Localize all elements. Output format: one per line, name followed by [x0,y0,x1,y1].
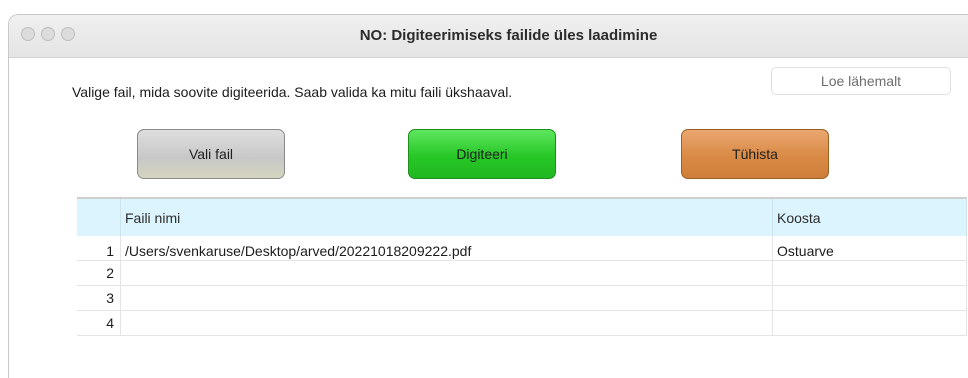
file-name-cell[interactable] [120,285,773,311]
file-name-cell[interactable] [120,310,773,336]
row-number: 3 [77,285,121,311]
compose-cell[interactable] [772,285,967,311]
row-number: 2 [77,260,121,286]
read-more-button[interactable]: Loe lähemalt [771,67,951,95]
row-number: 4 [77,310,121,336]
cancel-button[interactable]: Tühista [681,129,829,179]
table-row[interactable]: 2 [77,260,967,286]
file-name-cell[interactable] [120,260,773,286]
table-row[interactable]: 1 /Users/svenkaruse/Desktop/arved/202210… [77,236,967,261]
digitize-button[interactable]: Digiteeri [408,129,556,179]
compose-cell[interactable] [772,260,967,286]
window-title: NO: Digiteerimiseks failide üles laadimi… [359,27,658,44]
files-table: Faili nimi Koosta 1 /Users/svenkaruse/De… [77,197,967,336]
dialog-window: NO: Digiteerimiseks failide üles laadimi… [8,14,968,378]
table-row[interactable]: 4 [77,310,967,336]
compose-cell[interactable] [772,310,967,336]
compose-header: Koosta [772,198,967,236]
file-name-cell[interactable]: /Users/svenkaruse/Desktop/arved/20221018… [120,236,773,261]
file-name-header: Faili nimi [120,198,773,236]
title-bar: NO: Digiteerimiseks failide üles laadimi… [9,15,968,58]
row-number: 1 [77,236,121,261]
instruction-text: Valige fail, mida soovite digiteerida. S… [72,84,513,100]
table-header-row: Faili nimi Koosta [77,198,967,236]
choose-file-button[interactable]: Vali fail [137,129,285,179]
row-number-header [77,198,121,236]
table-row[interactable]: 3 [77,285,967,311]
compose-cell[interactable]: Ostuarve [772,236,967,261]
